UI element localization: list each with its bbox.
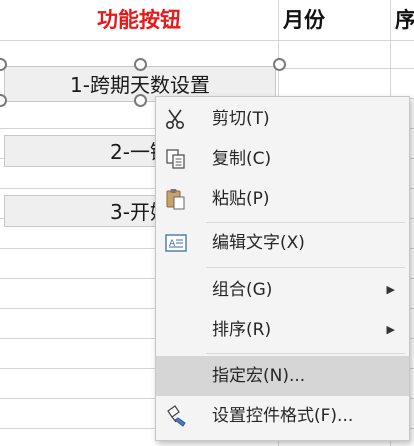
menu-item-label: 粘贴(P) xyxy=(212,189,270,209)
menu-item-label: 组合(G) xyxy=(212,280,273,300)
resize-handle-top[interactable] xyxy=(134,58,147,71)
menu-item-label: 复制(C) xyxy=(212,149,272,169)
resize-handle-bottom[interactable] xyxy=(134,94,147,107)
menu-item-paste[interactable]: 粘贴(P) xyxy=(156,179,409,219)
format-control-icon xyxy=(167,405,186,427)
menu-item-label: 指定宏(N)... xyxy=(212,366,306,386)
menu-separator xyxy=(206,267,405,268)
context-menu: 剪切(T) 复制(C) 粘贴(P) A 编辑文字(X) 组合(G) ▶ 排序(R… xyxy=(155,96,410,441)
menu-item-order[interactable]: 排序(R) ▶ xyxy=(156,310,409,350)
edit-text-icon: A xyxy=(165,234,187,252)
menu-item-label: 剪切(T) xyxy=(212,109,270,129)
header-function-buttons[interactable]: 功能按钮 xyxy=(0,0,278,40)
menu-item-cut[interactable]: 剪切(T) xyxy=(156,99,409,139)
submenu-arrow-icon: ▶ xyxy=(386,323,395,336)
menu-item-format-control[interactable]: 设置控件格式(F)... xyxy=(156,396,409,436)
submenu-arrow-icon: ▶ xyxy=(386,283,395,296)
resize-handle-top-right[interactable] xyxy=(273,58,286,71)
scissors-icon xyxy=(165,109,185,130)
menu-item-assign-macro[interactable]: 指定宏(N)... xyxy=(156,356,409,396)
copy-icon xyxy=(166,149,185,169)
header-sequence[interactable]: 序 xyxy=(395,0,414,40)
paste-icon xyxy=(166,189,185,210)
row-divider xyxy=(278,68,414,69)
header-month[interactable]: 月份 xyxy=(283,0,383,40)
menu-item-label: 排序(R) xyxy=(212,320,272,340)
menu-separator xyxy=(206,353,405,354)
menu-item-label: 设置控件格式(F)... xyxy=(212,406,354,426)
menu-item-label: 编辑文字(X) xyxy=(212,233,305,253)
menu-item-group[interactable]: 组合(G) ▶ xyxy=(156,270,409,310)
menu-item-edit-text[interactable]: A 编辑文字(X) xyxy=(156,223,409,263)
row-divider xyxy=(0,40,414,41)
menu-item-copy[interactable]: 复制(C) xyxy=(156,139,409,179)
